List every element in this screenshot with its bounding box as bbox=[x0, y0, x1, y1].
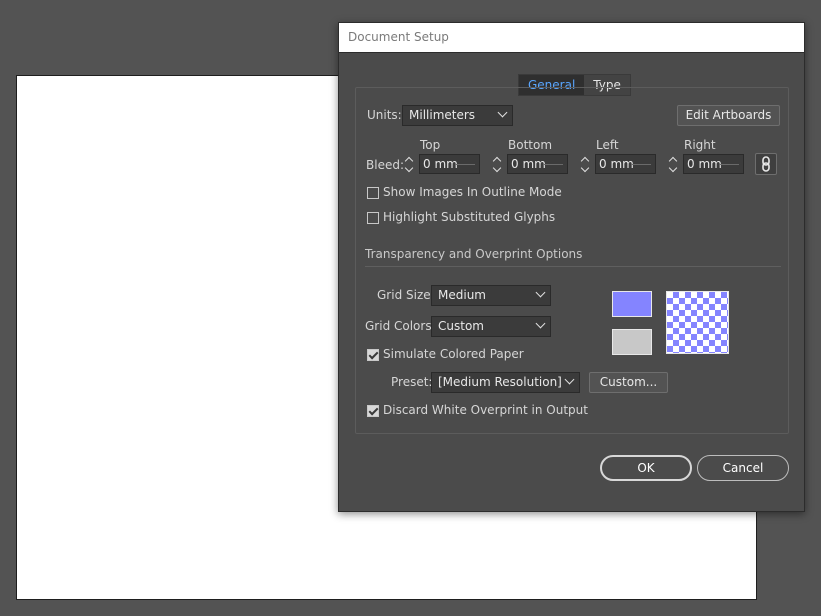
bleed-left-field[interactable]: 0 mm bbox=[595, 154, 656, 174]
document-setup-dialog: Document Setup General Type Units: Milli… bbox=[338, 22, 805, 512]
chevron-down-icon bbox=[564, 374, 575, 385]
chain-link-icon bbox=[762, 156, 770, 172]
link-bleed-button[interactable] bbox=[755, 153, 777, 175]
dialog-titlebar[interactable]: Document Setup bbox=[339, 23, 804, 53]
grid-colors-value: Custom bbox=[438, 319, 484, 333]
grid-color-swatch-1[interactable] bbox=[612, 291, 652, 317]
bleed-bottom-field[interactable]: 0 mm bbox=[507, 154, 568, 174]
show-images-outline-label: Show Images In Outline Mode bbox=[383, 185, 562, 199]
grid-colors-label: Grid Colors: bbox=[365, 319, 436, 333]
bleed-top-field[interactable]: 0 mm bbox=[419, 154, 480, 174]
grid-size-value: Medium bbox=[438, 288, 486, 302]
show-images-outline-checkbox[interactable] bbox=[367, 187, 379, 199]
chevron-down-icon bbox=[535, 287, 546, 298]
bleed-heading-top: Top bbox=[420, 138, 441, 152]
preset-label: Preset: bbox=[391, 375, 433, 389]
ok-button[interactable]: OK bbox=[600, 455, 692, 481]
simulate-paper-checkbox[interactable] bbox=[367, 349, 379, 361]
discard-overprint-checkbox[interactable] bbox=[367, 405, 379, 417]
grid-size-select[interactable]: Medium bbox=[431, 285, 551, 306]
highlight-glyphs-checkbox[interactable] bbox=[367, 212, 379, 224]
preset-select[interactable]: [Medium Resolution] bbox=[431, 372, 580, 393]
custom-preset-button[interactable]: Custom... bbox=[589, 372, 668, 393]
grid-size-label: Grid Size: bbox=[377, 288, 435, 302]
discard-overprint-label: Discard White Overprint in Output bbox=[383, 403, 588, 417]
transparency-grid-preview bbox=[666, 291, 729, 354]
cancel-button[interactable]: Cancel bbox=[697, 455, 789, 481]
bleed-heading-bottom: Bottom bbox=[508, 138, 553, 152]
grid-colors-select[interactable]: Custom bbox=[431, 316, 551, 337]
preset-value: [Medium Resolution] bbox=[438, 375, 562, 389]
edit-artboards-button[interactable]: Edit Artboards bbox=[677, 105, 780, 126]
bleed-heading-left: Left bbox=[596, 138, 619, 152]
units-label: Units: bbox=[367, 108, 402, 122]
grid-color-swatch-2[interactable] bbox=[612, 329, 652, 355]
bleed-label: Bleed: bbox=[366, 158, 404, 172]
highlight-glyphs-label: Highlight Substituted Glyphs bbox=[383, 210, 556, 224]
bleed-left-stepper[interactable] bbox=[580, 153, 592, 175]
chevron-down-icon bbox=[497, 107, 508, 118]
general-settings-panel: Units: Millimeters Edit Artboards Top Bo… bbox=[355, 87, 789, 434]
bleed-right-value: 0 mm bbox=[687, 157, 722, 171]
bleed-bottom-value: 0 mm bbox=[511, 157, 546, 171]
units-select[interactable]: Millimeters bbox=[402, 105, 513, 126]
bleed-right-stepper[interactable] bbox=[668, 153, 680, 175]
bleed-heading-right: Right bbox=[684, 138, 716, 152]
bleed-top-value: 0 mm bbox=[423, 157, 458, 171]
section-divider bbox=[365, 266, 781, 267]
chevron-down-icon bbox=[535, 318, 546, 329]
bleed-bottom-stepper[interactable] bbox=[492, 153, 504, 175]
transparency-section-title: Transparency and Overprint Options bbox=[365, 247, 583, 261]
bleed-top-stepper[interactable] bbox=[404, 153, 416, 175]
simulate-paper-label: Simulate Colored Paper bbox=[383, 347, 524, 361]
dialog-title: Document Setup bbox=[348, 30, 449, 44]
units-select-value: Millimeters bbox=[409, 108, 476, 122]
bleed-right-field[interactable]: 0 mm bbox=[683, 154, 744, 174]
bleed-left-value: 0 mm bbox=[599, 157, 634, 171]
